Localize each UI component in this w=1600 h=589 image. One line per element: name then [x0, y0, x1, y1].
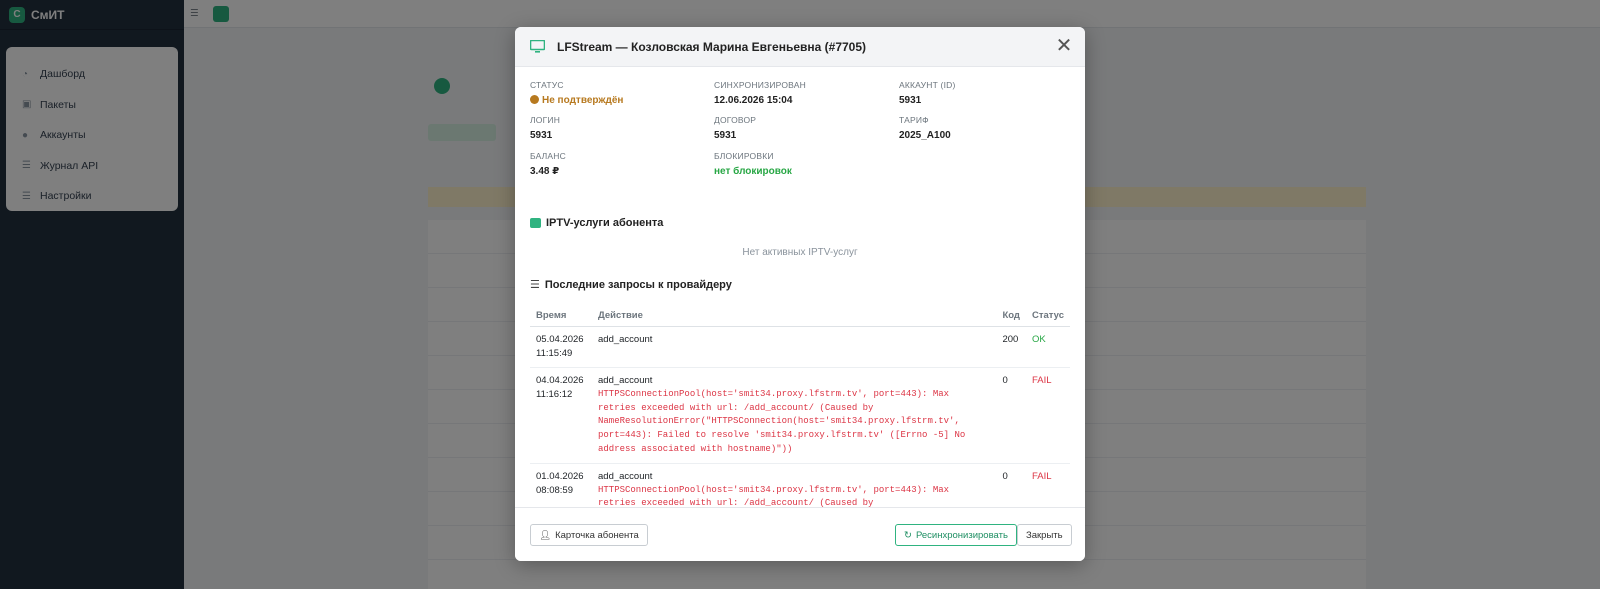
- requests-table: Время Действие Код Статус 05.04.2026 11:1…: [530, 305, 1070, 507]
- action-cell: add_account HTTPSConnectionPool(host='smi…: [592, 463, 997, 507]
- field-label: Баланс: [530, 151, 566, 161]
- clock-icon: [530, 95, 539, 104]
- tariff-field: Тариф 2025_A100: [899, 115, 1079, 141]
- contract-field: Договор 5931: [714, 115, 894, 141]
- table-row: 04.04.2026 11:16:12 add_account HTTPSConne…: [530, 367, 1070, 464]
- row-date: 01.04.2026: [536, 470, 584, 482]
- time-cell: 01.04.2026 08:08:59: [530, 463, 592, 507]
- subscriber-card-label: Карточка абонента: [555, 529, 639, 541]
- services-section-title: IPTV-услуги абонента: [530, 217, 663, 229]
- modal-body[interactable]: Статус Не подтверждён Синхронизирован 12…: [515, 67, 1085, 507]
- col-time-header: Время: [530, 305, 592, 327]
- login-value: 5931: [530, 130, 553, 141]
- row-time: 11:16:12: [536, 389, 573, 400]
- status-field: Статус Не подтверждён: [530, 80, 710, 106]
- account-field: Аккаунт (ID) 5931: [899, 80, 1079, 106]
- info-grid: Статус Не подтверждён Синхронизирован 12…: [530, 67, 1070, 202]
- synced-field: Синхронизирован 12.06.2026 15:04: [714, 80, 894, 106]
- account-value: 5931: [899, 95, 922, 106]
- resync-button[interactable]: ↻ Ресинхронизировать: [895, 524, 1017, 546]
- subscriber-modal: LFStream — Козловская Марина Евгеньевна …: [515, 27, 1085, 561]
- row-action: add_account: [598, 375, 653, 386]
- status-text: Не подтверждён: [542, 95, 624, 106]
- row-status: FAIL: [1025, 463, 1070, 507]
- field-label: Аккаунт (ID): [899, 80, 956, 90]
- row-error: HTTPSConnectionPool(host='smit34.proxy.l…: [598, 484, 950, 507]
- services-title-text: IPTV-услуги абонента: [546, 217, 664, 229]
- field-label: Статус: [530, 80, 564, 90]
- close-icon[interactable]: ✕: [1055, 36, 1073, 56]
- contract-value: 5931: [714, 130, 737, 141]
- row-code: 200: [996, 326, 1026, 368]
- balance-field: Баланс 3.48 ₽: [530, 151, 710, 177]
- blocks-field: Блокировки нет блокировок: [714, 151, 894, 177]
- row-date: 04.04.2026: [536, 375, 584, 386]
- row-status: FAIL: [1025, 367, 1070, 464]
- requests-title-text: Последние запросы к провайдеру: [544, 278, 732, 291]
- row-action: add_account: [598, 470, 653, 482]
- blocks-value: нет блокировок: [714, 166, 792, 177]
- row-code: 0: [996, 367, 1026, 464]
- col-action-header: Действие: [592, 305, 997, 327]
- resync-label: Ресинхронизировать: [915, 529, 1008, 541]
- action-cell: add_account: [592, 326, 997, 368]
- row-status: OK: [1025, 326, 1070, 368]
- field-label: Блокировки: [714, 151, 774, 161]
- table-row: 05.04.2026 11:15:49 add_account 200 OK: [530, 326, 1070, 368]
- balance-value: 3.48 ₽: [530, 166, 560, 177]
- col-code-header: Код: [996, 305, 1026, 327]
- row-time: 08:08:59: [536, 484, 573, 496]
- modal-footer: 👤︎ Карточка абонента ↻ Ресинхронизироват…: [515, 507, 1085, 561]
- row-date: 05.04.2026: [536, 334, 584, 345]
- refresh-icon: ↻: [904, 529, 912, 541]
- table-header-row: Время Действие Код Статус: [530, 305, 1070, 327]
- time-cell: 05.04.2026 11:15:49: [530, 326, 592, 368]
- modal-header: LFStream — Козловская Марина Евгеньевна …: [515, 27, 1085, 67]
- close-label: Закрыть: [1026, 529, 1063, 541]
- col-status-header: Статус: [1025, 305, 1070, 327]
- row-error: HTTPSConnectionPool(host='smit34.proxy.l…: [598, 389, 971, 454]
- synced-value: 12.06.2026 15:04: [714, 95, 793, 106]
- login-field: Логин 5931: [530, 115, 710, 141]
- row-action: add_account: [598, 334, 653, 345]
- user-icon: 👤︎: [539, 529, 552, 541]
- services-empty-note: Нет активных IPTV-услуг: [742, 247, 858, 258]
- time-cell: 04.04.2026 11:16:12: [530, 367, 592, 464]
- row-time: 11:15:49: [536, 348, 573, 359]
- field-label: Договор: [714, 115, 757, 125]
- field-label: Тариф: [899, 115, 929, 125]
- field-label: Логин: [530, 115, 561, 125]
- row-code: 0: [996, 463, 1026, 507]
- field-label: Синхронизирован: [714, 80, 806, 90]
- close-button[interactable]: Закрыть: [1017, 524, 1072, 546]
- list-icon: ☰: [530, 279, 540, 291]
- subscriber-card-button[interactable]: 👤︎ Карточка абонента: [530, 524, 648, 546]
- monitor-icon: [530, 40, 545, 53]
- requests-section-title: ☰ Последние запросы к провайдеру: [530, 278, 732, 292]
- table-row: 01.04.2026 08:08:59 add_account HTTPSConne…: [530, 463, 1070, 507]
- box-icon: [530, 218, 541, 228]
- action-cell: add_account HTTPSConnectionPool(host='smi…: [592, 367, 997, 464]
- modal-title: LFStream — Козловская Марина Евгеньевна …: [557, 39, 867, 54]
- tariff-value: 2025_A100: [899, 130, 951, 141]
- status-value: Не подтверждён: [530, 95, 710, 106]
